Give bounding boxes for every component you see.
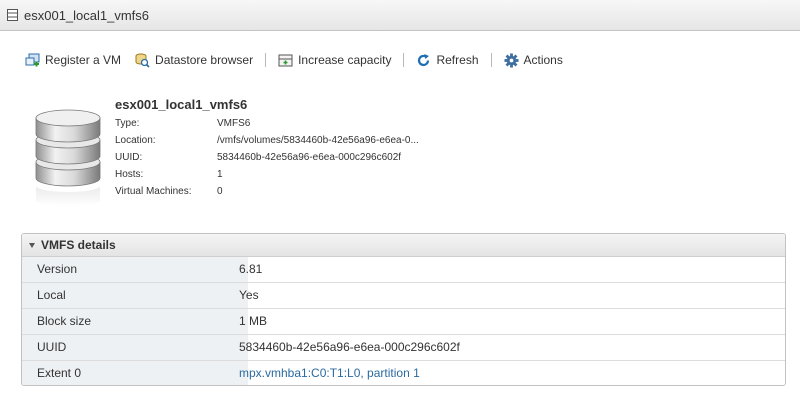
details-value: 1 MB bbox=[239, 314, 268, 328]
toolbar-separator bbox=[490, 53, 492, 67]
details-row: UUID 5834460b-42e56a96-e6ea-000c296c602f bbox=[22, 335, 785, 361]
register-vm-icon bbox=[25, 53, 40, 66]
details-label: UUID bbox=[22, 335, 248, 360]
refresh-icon bbox=[418, 53, 430, 66]
details-label: Block size bbox=[22, 309, 248, 334]
vmfs-details-header[interactable]: VMFS details bbox=[22, 234, 785, 257]
window-titlebar: esx001_local1_vmfs6 bbox=[0, 0, 800, 31]
actions-button[interactable]: Actions bbox=[503, 52, 563, 68]
summary-row: Type: VMFS6 bbox=[115, 115, 251, 132]
summary-row: Hosts: 1 bbox=[115, 166, 247, 183]
datastore-large-icon bbox=[35, 109, 101, 206]
details-row: Extent 0 mpx.vmhba1:C0:T1:L0, partition … bbox=[22, 361, 785, 385]
window-title: esx001_local1_vmfs6 bbox=[24, 8, 150, 23]
summary-value: /vmfs/volumes/5834460b-42e56a96-e6ea-0..… bbox=[217, 135, 419, 146]
gear-icon bbox=[503, 52, 519, 68]
vmfs-details-panel: VMFS details Version 6.81 Local Yes Bloc… bbox=[21, 233, 786, 386]
toolbar-separator bbox=[403, 53, 405, 67]
collapse-chevron-icon[interactable] bbox=[29, 242, 35, 248]
summary-row: UUID: 5834460b-42e56a96-e6ea-000c296c602… bbox=[115, 149, 401, 166]
details-value: Yes bbox=[239, 288, 259, 302]
summary-value: 0 bbox=[217, 186, 223, 197]
summary-value: 1 bbox=[217, 169, 223, 180]
summary-row: Virtual Machines: 0 bbox=[115, 183, 247, 200]
datastore-browser-icon bbox=[135, 53, 150, 68]
toolbar: Register a VM Datastore browser Increase… bbox=[25, 51, 563, 69]
refresh-button[interactable]: Refresh bbox=[416, 53, 479, 68]
summary-value: VMFS6 bbox=[217, 118, 251, 129]
datastore-browser-button[interactable]: Datastore browser bbox=[135, 53, 253, 68]
refresh-label: Refresh bbox=[436, 53, 479, 67]
increase-capacity-icon bbox=[278, 54, 293, 66]
increase-capacity-button[interactable]: Increase capacity bbox=[278, 53, 391, 68]
summary-label: Type: bbox=[115, 118, 140, 129]
summary-properties: Type: VMFS6 Location: /vmfs/volumes/5834… bbox=[115, 115, 419, 200]
datastore-summary: esx001_local1_vmfs6 Type: VMFS6 Location… bbox=[115, 97, 419, 200]
details-value: 6.81 bbox=[239, 262, 263, 276]
register-vm-label: Register a VM bbox=[45, 53, 122, 67]
increase-capacity-label: Increase capacity bbox=[298, 53, 392, 67]
datastore-browser-label: Datastore browser bbox=[155, 53, 254, 67]
details-row: Local Yes bbox=[22, 283, 785, 309]
register-vm-button[interactable]: Register a VM bbox=[25, 53, 121, 68]
toolbar-separator bbox=[265, 53, 267, 67]
datastore-icon bbox=[7, 9, 18, 21]
details-label: Local bbox=[22, 283, 248, 308]
summary-label: UUID: bbox=[115, 152, 143, 163]
details-row: Version 6.81 bbox=[22, 257, 785, 283]
details-value: 5834460b-42e56a96-e6ea-000c296c602f bbox=[239, 340, 460, 354]
details-label: Extent 0 bbox=[22, 361, 248, 385]
summary-label: Virtual Machines: bbox=[115, 186, 192, 197]
vmfs-details-title: VMFS details bbox=[41, 238, 116, 252]
summary-row: Location: /vmfs/volumes/5834460b-42e56a9… bbox=[115, 132, 419, 149]
details-row: Block size 1 MB bbox=[22, 309, 785, 335]
extent-link[interactable]: mpx.vmhba1:C0:T1:L0, partition 1 bbox=[239, 361, 420, 385]
summary-value: 5834460b-42e56a96-e6ea-000c296c602f bbox=[217, 152, 402, 163]
actions-label: Actions bbox=[523, 53, 563, 67]
summary-label: Hosts: bbox=[115, 169, 144, 180]
summary-label: Location: bbox=[115, 135, 156, 146]
details-label: Version bbox=[22, 257, 248, 282]
datastore-name: esx001_local1_vmfs6 bbox=[115, 97, 248, 112]
